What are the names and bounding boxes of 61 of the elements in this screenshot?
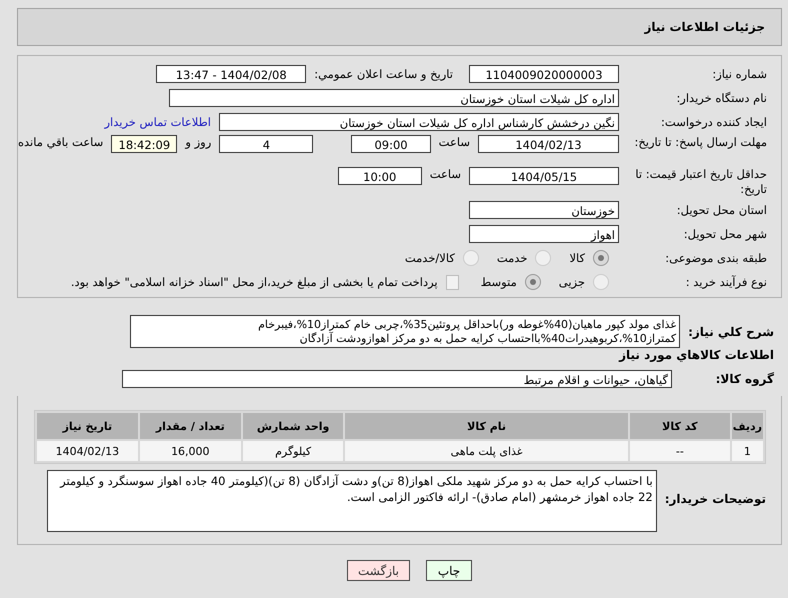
city-field: اهواز: [469, 225, 619, 243]
column-header: تاریخ نیاز: [37, 413, 138, 439]
field-label: نوع فرآیند خرید :: [684, 274, 767, 290]
field-label: طبقه بندی موضوعی:: [664, 250, 767, 266]
province-field: خوزستان: [469, 201, 619, 219]
print-button[interactable]: چاپ: [426, 560, 472, 581]
field-label: شرح کلي نیاز:: [688, 324, 774, 339]
column-header: کد کالا: [630, 413, 730, 439]
column-header: نام کالا: [345, 413, 628, 439]
treasury-checkbox[interactable]: [446, 274, 459, 290]
days-label: روز و: [185, 135, 212, 149]
need-number-field: 1104009020000003: [469, 65, 619, 83]
remaining-time-field: 18:42:09: [111, 135, 178, 153]
table-cell: 16,000: [140, 441, 241, 461]
field-label: شماره نیاز:: [711, 66, 767, 82]
process-radio[interactable]: [593, 274, 609, 290]
date-field: 1404/05/15: [469, 167, 619, 185]
buyer-org-field: اداره کل شیلات استان خوزستان: [169, 89, 619, 107]
buyer-notes-field: با احتساب کرایه حمل به دو مرکز شهید ملکی اهواز(8 تن)و دشت آزادگان (8 تن)(کیلومتر 40 جاده اهواز سوسنگرد و کیلومتر 22 جاده اهواز خرمشهر (امام صادق)- ارائه فاکتور الزامی است.: [46, 470, 657, 532]
radio-label: کالا/خدمت: [404, 251, 455, 265]
category-radio[interactable]: [535, 250, 552, 266]
radio-label: جزیی: [558, 275, 585, 289]
field-label: تاریخ و ساعت اعلان عمومي:: [314, 67, 453, 81]
field-label: استان محل تحویل:: [676, 202, 767, 218]
field-label: مهلت ارسال پاسخ: تا تاریخ:: [633, 135, 767, 150]
time-field: 10:00: [338, 167, 422, 185]
category-radio[interactable]: [462, 250, 479, 266]
table-cell: کیلوگرم: [242, 441, 344, 461]
back-button[interactable]: بازگشت: [347, 560, 410, 581]
radio-label: خدمت: [496, 251, 528, 265]
category-radio[interactable]: [593, 250, 609, 266]
table-cell: 1: [732, 441, 763, 461]
table-cell: غذای پلت ماهی: [345, 441, 628, 461]
page-title: جزئیات اطلاعات نیاز: [644, 20, 765, 34]
section-heading: اطلاعات کالاهاي مورد نیاز: [619, 348, 774, 362]
field-label: شهر محل تحویل:: [682, 226, 767, 242]
buyer-contact-link[interactable]: اطلاعات تماس خریدار: [104, 115, 211, 129]
announce-date-field: 1404/02/08 - 13:47: [156, 65, 306, 83]
column-header: ردیف: [732, 413, 763, 439]
requester-field: نگین درخشش کارشناس اداره کل شیلات استان خوزستان: [219, 113, 619, 131]
radio-label: متوسط: [480, 275, 517, 289]
time-label: ساعت: [438, 135, 470, 149]
field-label: حداقل تاریخ اعتبار قیمت: تا تاریخ:: [634, 167, 767, 197]
table-cell: 1404/02/13: [37, 441, 138, 461]
table-cell: --: [630, 441, 730, 461]
time-label: ساعت: [430, 167, 461, 181]
field-label: ایجاد کننده درخواست:: [660, 114, 767, 130]
process-radio[interactable]: [524, 274, 541, 290]
column-header: واحد شمارش: [242, 413, 344, 439]
field-label: نام دستگاه خریدار:: [675, 90, 767, 106]
description-field: غذای مولد کپور ماهیان(40%غوطه ور)باحداقل پروتئین35%،چربی خام کمتراز10%،فیبرخام کمتراز10%،کربوهیدرات40%بااحتساب کرایه حمل به دو مرکز اهوازودشت آزادگان: [130, 315, 680, 348]
remaining-label: ساعت باقي مانده: [18, 135, 104, 149]
radio-label: کالا: [569, 251, 585, 265]
field-label: گروه کالا:: [714, 372, 774, 386]
days-field: 4: [219, 135, 314, 153]
time-field: 09:00: [351, 135, 431, 153]
treasury-text: پرداخت تمام یا بخشی از مبلغ خرید،از محل "اسناد خزانه اسلامی" خواهد بود.: [70, 275, 438, 289]
goods-group-field: گیاهان، حیوانات و اقلام مرتبط: [122, 370, 672, 388]
field-label: توضیحات خریدار:: [664, 491, 766, 508]
date-field: 1404/02/13: [478, 135, 619, 153]
column-header: تعداد / مقدار: [140, 413, 241, 439]
